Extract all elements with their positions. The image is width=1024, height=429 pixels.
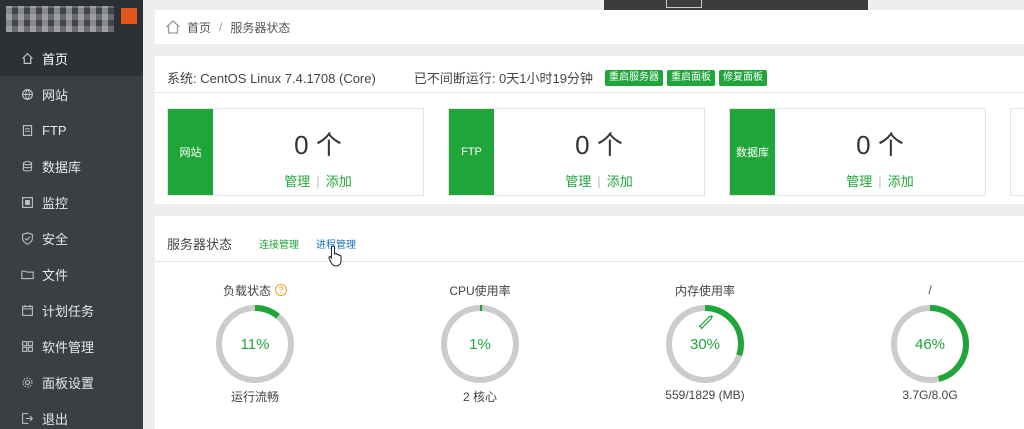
gauge-load[interactable]: 负载状态? 11% 运行流畅 [185, 282, 325, 405]
card-count: 0 个 [294, 130, 342, 160]
card-tag: FTP [449, 109, 494, 195]
gauge-sub: 2 核心 [462, 390, 497, 404]
database-icon [20, 159, 34, 173]
gauge-ring: 30% [666, 305, 744, 383]
tab-connection-manage[interactable]: 连接管理 [259, 236, 299, 251]
restart-server-button[interactable]: 重启服务器 [604, 69, 663, 86]
sidebar-item-settings[interactable]: 面板设置 [0, 364, 143, 400]
sidebar-item-label: FTP [42, 122, 67, 138]
breadcrumb-separator: / [219, 20, 223, 34]
gauge-label: / [928, 283, 932, 297]
system-uptime: 已不间断运行: 0天1小时19分钟 [413, 71, 593, 86]
breadcrumb-current: 服务器状态 [230, 20, 291, 35]
sidebar-item-security[interactable]: 安全 [0, 220, 143, 256]
gauge-ring: 1% [441, 305, 519, 383]
gauge-disk-root[interactable]: / 46% 3.7G/8.0G [860, 282, 1000, 402]
manage-link[interactable]: 管理 [565, 174, 591, 189]
sidebar-item-label: 计划任务 [42, 303, 95, 319]
breadcrumb: 首页 / 服务器状态 [155, 10, 1024, 44]
gauge-label: 负载状态 [222, 283, 271, 298]
monitor-icon [20, 195, 34, 209]
gauge-ring: 11% [216, 305, 294, 383]
extra-card-edge [1010, 108, 1024, 196]
home-icon[interactable] [165, 19, 181, 35]
folder-icon [20, 267, 34, 281]
gauge-value: 46% [915, 336, 945, 353]
sidebar-item-cron[interactable]: 计划任务 [0, 292, 143, 328]
gauge-cpu[interactable]: CPU使用率 1% 2 核心 [410, 282, 550, 405]
sidebar-item-website[interactable]: 网站 [0, 76, 143, 112]
divider [155, 261, 1024, 262]
gauge-sub: 3.7G/8.0G [902, 388, 958, 402]
card-tag: 网站 [168, 109, 213, 195]
system-os: 系统: CentOS Linux 7.4.1708 (Core) [167, 71, 376, 86]
logo-text-blurred [6, 6, 114, 32]
restart-panel-button[interactable]: 重启面板 [666, 69, 715, 86]
ftp-card: FTP 0 个 管理 | 添加 [448, 108, 705, 196]
manage-link[interactable]: 管理 [284, 174, 310, 189]
sidebar-item-label: 退出 [42, 411, 69, 427]
database-card: 数据库 0 个 管理 | 添加 [729, 108, 986, 196]
rocket-icon [698, 315, 713, 330]
sidebar-item-software[interactable]: 软件管理 [0, 328, 143, 364]
sidebar-item-files[interactable]: 文件 [0, 256, 143, 292]
gauge-label: 内存使用率 [674, 283, 735, 298]
sidebar: 首页 网站 FTP 数据库 监控 安全 文件 计划任务 软件管理 面板设置 退出 [0, 0, 143, 429]
sidebar-item-database[interactable]: 数据库 [0, 148, 143, 184]
shield-icon [20, 231, 34, 245]
breadcrumb-home[interactable]: 首页 [187, 19, 211, 36]
card-count: 0 个 [575, 130, 623, 160]
sidebar-item-label: 网站 [42, 87, 69, 103]
sidebar-item-label: 面板设置 [42, 375, 95, 391]
sidebar-item-label: 数据库 [42, 159, 82, 175]
add-link[interactable]: 添加 [326, 174, 352, 189]
overlay-box [666, 0, 702, 8]
hand-cursor-icon [328, 245, 342, 267]
gauge-memory[interactable]: 内存使用率 30% 559/1829 (MB) [635, 282, 775, 403]
logout-icon [20, 411, 34, 425]
gear-icon [20, 375, 34, 389]
gauge-value: 1% [469, 336, 491, 353]
gauge-ring: 46% [891, 305, 969, 383]
server-status-panel: 服务器状态 连接管理 进程管理 负载状态? 11% 运行流畅 CPU使用率 1%… [155, 216, 1024, 429]
gauge-value: 30% [690, 336, 720, 353]
gauge-label: CPU使用率 [449, 283, 511, 298]
sidebar-item-label: 文件 [42, 267, 69, 283]
sidebar-item-label: 监控 [42, 195, 69, 211]
sidebar-item-label: 安全 [42, 231, 69, 247]
gauge-sub: 运行流畅 [230, 390, 279, 404]
logo [0, 0, 143, 40]
logo-badge [121, 8, 137, 24]
site-card: 网站 0 个 管理 | 添加 [167, 108, 424, 196]
sidebar-item-monitor[interactable]: 监控 [0, 184, 143, 220]
repair-panel-button[interactable]: 修复面板 [718, 69, 767, 86]
sidebar-item-label: 软件管理 [42, 339, 95, 355]
add-link[interactable]: 添加 [888, 174, 914, 189]
globe-icon [20, 87, 34, 101]
divider [155, 92, 1024, 93]
sidebar-item-ftp[interactable]: FTP [0, 112, 143, 148]
gauge-value: 11% [241, 336, 270, 353]
sidebar-item-logout[interactable]: 退出 [0, 400, 143, 429]
add-link[interactable]: 添加 [607, 174, 633, 189]
status-title: 服务器状态 [167, 237, 233, 252]
sidebar-item-home[interactable]: 首页 [0, 40, 143, 76]
card-count: 0 个 [856, 130, 904, 160]
gauge-sub: 559/1829 (MB) [665, 388, 745, 402]
apps-icon [20, 339, 34, 353]
home-icon [20, 51, 34, 65]
card-tag: 数据库 [730, 109, 775, 195]
manage-link[interactable]: 管理 [846, 174, 872, 189]
system-panel: 系统: CentOS Linux 7.4.1708 (Core) 已不间断运行:… [155, 56, 1024, 204]
sidebar-item-label: 首页 [42, 51, 69, 67]
calendar-icon [20, 303, 34, 317]
ftp-icon [20, 123, 34, 137]
help-icon[interactable]: ? [275, 284, 287, 296]
